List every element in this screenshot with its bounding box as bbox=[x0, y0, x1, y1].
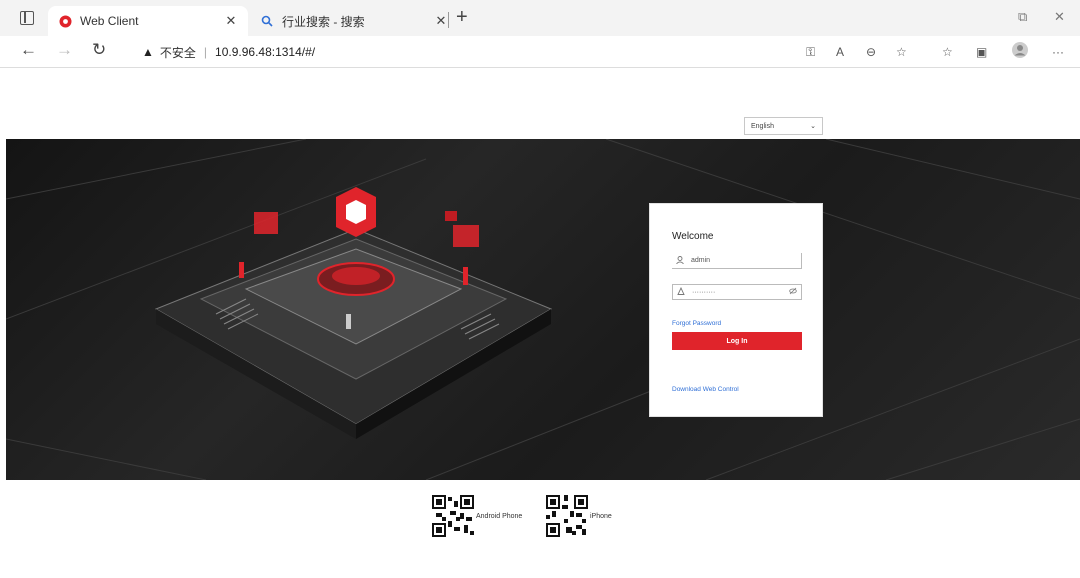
warning-icon: ▲ bbox=[142, 45, 154, 59]
language-value: English bbox=[751, 122, 774, 130]
qr-code-icon bbox=[432, 495, 474, 537]
tab-title: Web Client bbox=[80, 14, 139, 28]
new-tab-icon[interactable]: + bbox=[456, 6, 468, 29]
refresh-icon[interactable]: ↻ bbox=[92, 40, 106, 60]
address-divider: | bbox=[203, 45, 208, 59]
username-field[interactable]: admin bbox=[672, 253, 802, 269]
password-value: ·········· bbox=[692, 288, 716, 296]
zoom-icon[interactable]: ⊖ bbox=[866, 45, 876, 59]
download-web-control-link[interactable]: Download Web Control bbox=[672, 386, 739, 393]
forward-icon[interactable]: → bbox=[56, 40, 73, 60]
tab-web-client[interactable]: Web Client ✕ bbox=[48, 6, 248, 36]
read-aloud-icon[interactable]: A bbox=[836, 45, 844, 59]
profile-avatar-icon[interactable] bbox=[1012, 42, 1028, 61]
browser-tab-strip: Web Client ✕ 行业搜索 - 搜索 ✕ + ⧉ ✕ bbox=[0, 0, 1080, 36]
more-icon[interactable]: ··· bbox=[1052, 45, 1064, 59]
add-favorite-icon[interactable]: ☆ bbox=[896, 45, 907, 59]
welcome-heading: Welcome bbox=[672, 231, 714, 242]
login-panel: Welcome admin ·········· Forgot Password… bbox=[649, 203, 823, 417]
collections-icon[interactable]: ▣ bbox=[976, 45, 987, 59]
isometric-illustration bbox=[6, 139, 1080, 480]
key-icon[interactable]: ⚿ bbox=[806, 45, 815, 60]
android-qr-group: Android Phone bbox=[432, 495, 522, 537]
android-phone-label: Android Phone bbox=[476, 512, 523, 520]
tab-divider bbox=[448, 12, 449, 28]
url-text: 10.9.96.48:1314/#/ bbox=[215, 45, 316, 59]
search-icon bbox=[260, 14, 274, 28]
close-window-icon[interactable]: ✕ bbox=[1054, 9, 1065, 25]
show-password-icon[interactable] bbox=[789, 287, 801, 297]
password-field[interactable]: ·········· bbox=[672, 284, 802, 300]
back-icon[interactable]: ← bbox=[20, 40, 37, 60]
close-tab-icon[interactable]: ✕ bbox=[222, 13, 240, 29]
tab-search[interactable]: 行业搜索 - 搜索 ✕ bbox=[250, 6, 458, 36]
favorites-icon[interactable]: ☆ bbox=[942, 45, 953, 59]
iphone-label: iPhone bbox=[590, 512, 612, 520]
tab-title: 行业搜索 - 搜索 bbox=[282, 14, 365, 29]
restore-icon[interactable]: ⧉ bbox=[1018, 9, 1027, 25]
username-value: admin bbox=[691, 257, 711, 264]
language-select[interactable]: English ⌄ bbox=[744, 117, 823, 135]
security-label: 不安全 bbox=[159, 45, 196, 60]
iphone-qr-group: iPhone bbox=[546, 495, 612, 537]
qr-code-icon bbox=[546, 495, 588, 537]
forgot-password-link[interactable]: Forgot Password bbox=[672, 320, 721, 327]
tab-actions-icon[interactable] bbox=[20, 11, 34, 25]
hik-logo-icon bbox=[58, 14, 72, 28]
user-icon bbox=[676, 255, 688, 266]
lock-icon bbox=[677, 286, 689, 297]
hero-banner bbox=[6, 139, 1080, 480]
login-button[interactable]: Log In bbox=[672, 332, 802, 350]
browser-toolbar: ← → ↻ ▲ 不安全 | 10.9.96.48:1314/#/ ⚿ A ⊖ ☆… bbox=[0, 36, 1080, 68]
address-bar[interactable]: ▲ 不安全 | 10.9.96.48:1314/#/ bbox=[120, 40, 1030, 64]
chevron-down-icon: ⌄ bbox=[810, 123, 816, 130]
